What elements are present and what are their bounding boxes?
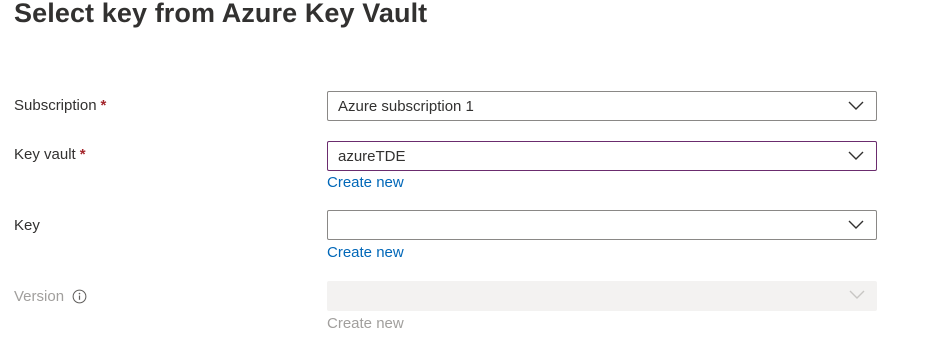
subscription-label: Subscription *	[14, 97, 106, 114]
chevron-down-icon	[848, 151, 864, 160]
key-dropdown[interactable]	[327, 210, 877, 240]
chevron-down-icon	[848, 220, 864, 229]
chevron-down-icon	[849, 290, 865, 299]
key-vault-label: Key vault *	[14, 146, 86, 163]
required-asterisk: *	[100, 97, 107, 114]
version-label-text: Version	[14, 288, 65, 305]
subscription-selected-value: Azure subscription 1	[338, 98, 474, 115]
page-title: Select key from Azure Key Vault	[14, 0, 428, 28]
key-create-new-link[interactable]: Create new	[327, 244, 404, 261]
key-vault-label-text: Key vault	[14, 146, 76, 163]
key-vault-selected-value: azureTDE	[338, 148, 406, 165]
chevron-down-icon	[848, 101, 864, 110]
key-vault-create-new-link[interactable]: Create new	[327, 174, 404, 191]
required-asterisk: *	[79, 146, 86, 163]
key-label: Key	[14, 217, 40, 234]
version-label: Version	[14, 288, 87, 305]
subscription-dropdown[interactable]: Azure subscription 1	[327, 91, 877, 121]
subscription-label-text: Subscription	[14, 97, 97, 114]
info-icon[interactable]	[72, 289, 87, 304]
version-dropdown	[327, 281, 877, 311]
version-create-new-link: Create new	[327, 315, 404, 332]
key-vault-dropdown[interactable]: azureTDE	[327, 141, 877, 171]
